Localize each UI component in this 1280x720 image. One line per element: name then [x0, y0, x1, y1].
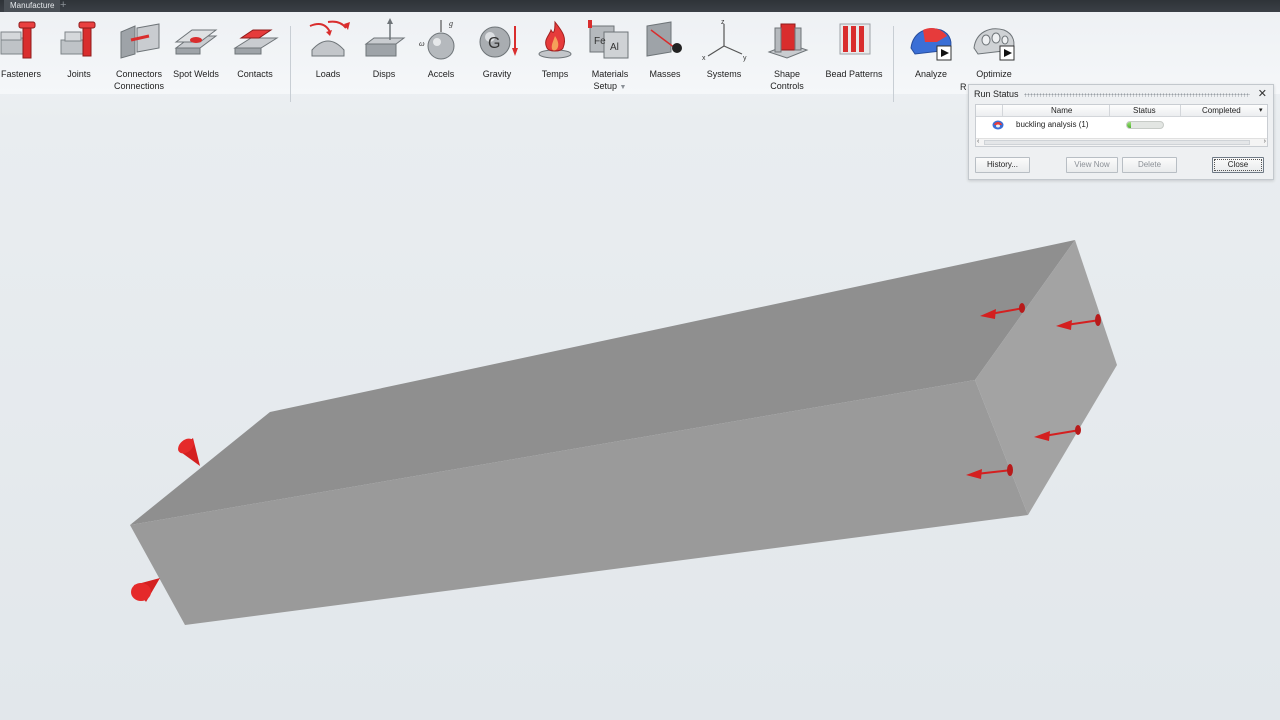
- support-constraint-2[interactable]: [131, 578, 160, 602]
- panel-drag-handle[interactable]: [1024, 93, 1250, 97]
- run-job-icon: [992, 120, 1004, 130]
- run-status-table: Name Status Completed ▾ buckling analysi…: [975, 104, 1268, 147]
- close-icon[interactable]: ✕: [1258, 87, 1267, 100]
- delete-button[interactable]: Delete: [1122, 157, 1177, 173]
- column-header-completed[interactable]: Completed: [1202, 106, 1241, 115]
- column-separator: [1002, 105, 1003, 117]
- horizontal-scrollbar[interactable]: ‹ ›: [976, 138, 1267, 146]
- column-header-name[interactable]: Name: [1051, 106, 1072, 115]
- run-status-title: Run Status: [974, 89, 1019, 99]
- table-header: Name Status Completed ▾: [976, 105, 1267, 117]
- table-row[interactable]: buckling analysis (1): [976, 119, 1267, 131]
- column-header-status[interactable]: Status: [1133, 106, 1156, 115]
- close-button[interactable]: Close: [1212, 157, 1264, 173]
- column-separator: [1180, 105, 1181, 117]
- column-separator: [1109, 105, 1110, 117]
- run-progress-bar: [1126, 121, 1164, 129]
- history-button[interactable]: History...: [975, 157, 1030, 173]
- run-progress-fill: [1127, 122, 1131, 128]
- model-viewport[interactable]: [0, 94, 1280, 720]
- run-status-panel: Run Status ✕ Name Status Completed ▾ buc…: [968, 84, 1274, 180]
- header-dropdown-icon[interactable]: ▾: [1259, 106, 1263, 114]
- scroll-left-icon[interactable]: ‹: [977, 138, 979, 145]
- run-name: buckling analysis (1): [1016, 120, 1089, 129]
- view-now-button[interactable]: View Now: [1066, 157, 1118, 173]
- scrollbar-thumb[interactable]: [984, 140, 1250, 145]
- support-constraint-1[interactable]: [175, 436, 200, 466]
- scroll-right-icon[interactable]: ›: [1264, 138, 1266, 145]
